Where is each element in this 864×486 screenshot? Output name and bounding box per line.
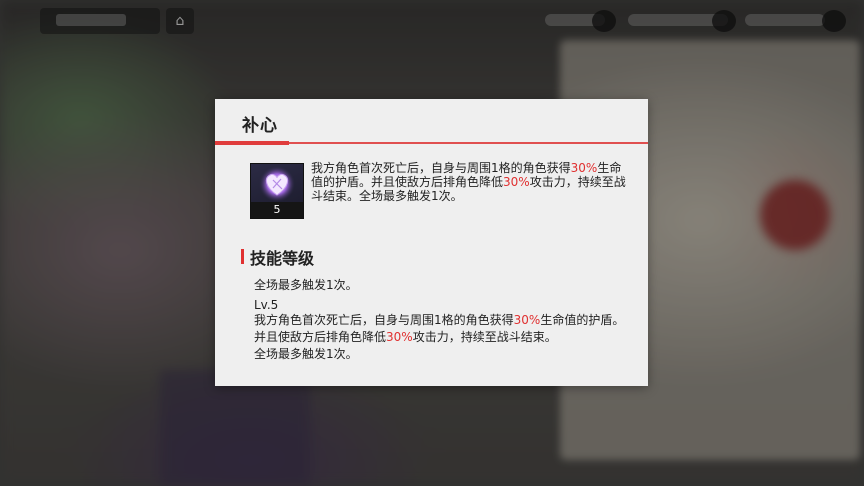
section-accent-bar — [241, 249, 244, 264]
level-label: Lv.5 — [254, 298, 279, 312]
header-accent — [215, 141, 289, 145]
level-detail-text: 全场最多触发1次。 — [254, 347, 358, 361]
skill-icon: 5 — [250, 163, 304, 219]
level-shield-percent: 30% — [513, 313, 541, 327]
level-detail: 我方角色首次死亡后，自身与周围1格的角色获得30%生命值的护盾。并且使敌方后排角… — [254, 312, 634, 363]
description-text: 我方角色首次死亡后，自身与周围1格的角色获得 — [311, 161, 571, 175]
trigger-note: 全场最多触发1次。 — [254, 278, 358, 292]
shield-percent: 30% — [570, 161, 598, 175]
level-detail-text: 我方角色首次死亡后，自身与周围1格的角色获得 — [254, 313, 514, 327]
dialog-header: 补心 — [215, 99, 648, 142]
skill-detail-dialog: 补心 5 我方角色首次死亡后，自身与周围1格的角色获得30%生命值的护盾。并且使… — [215, 99, 648, 386]
skill-level-badge: 5 — [251, 202, 303, 218]
skill-title: 补心 — [242, 116, 278, 136]
section-title: 技能等级 — [250, 249, 315, 268]
attack-reduction-percent: 30% — [503, 175, 530, 189]
purple-heart-icon — [259, 166, 295, 202]
skill-description: 我方角色首次死亡后，自身与周围1格的角色获得30%生命值的护盾。并且使敌方后排角… — [311, 161, 631, 203]
level-attack-percent: 30% — [386, 330, 413, 344]
level-detail-text: 攻击力，持续至战斗结束。 — [412, 330, 557, 344]
